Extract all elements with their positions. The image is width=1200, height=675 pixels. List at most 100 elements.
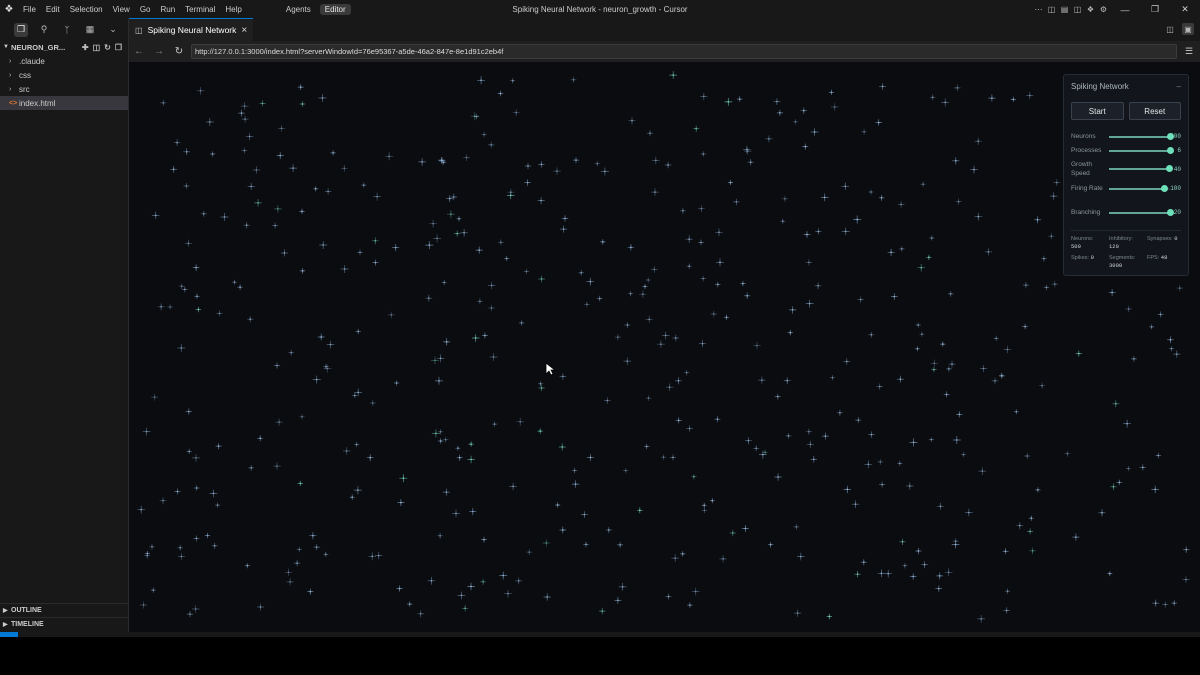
neuron-cell: [617, 542, 624, 548]
neuron-cell: [442, 488, 450, 496]
explorer-header[interactable]: ▼ NEURON_GR... ✚ ◫ ↻ ❐: [0, 40, 128, 54]
stat-label: Inhibitory:: [1109, 236, 1133, 242]
neuron-cell: [719, 555, 727, 563]
slider-thumb[interactable]: [1167, 208, 1174, 216]
toggle-panel-icon[interactable]: ▤: [1058, 3, 1071, 16]
search-icon[interactable]: ⚲: [37, 23, 51, 37]
menu-run[interactable]: Run: [155, 0, 180, 19]
neuron-cell: [1173, 350, 1181, 358]
close-window-icon[interactable]: ✕: [1170, 0, 1200, 19]
menu-file[interactable]: File: [18, 0, 41, 19]
neuron-cell: [185, 408, 192, 415]
lock-icon[interactable]: ▣: [1182, 23, 1194, 35]
neuron-cell: [561, 215, 569, 222]
refresh-icon[interactable]: ↻: [104, 43, 111, 52]
slider-track[interactable]: [1109, 132, 1174, 140]
split-editor-icon[interactable]: ◫: [1164, 23, 1176, 35]
tab-spiking-neural-network[interactable]: ◫ Spiking Neural Network ×: [129, 18, 254, 41]
forward-arrow-icon[interactable]: →: [149, 42, 169, 62]
slider-thumb[interactable]: [1167, 132, 1174, 140]
new-file-icon[interactable]: ✚: [82, 43, 89, 52]
stat-value: 48: [1160, 254, 1168, 261]
slider-track[interactable]: [1109, 146, 1174, 154]
neuron-cell: [431, 356, 439, 365]
neuron-cell: [974, 212, 983, 221]
neuron-cell: [646, 130, 654, 137]
menu-selection[interactable]: Selection: [65, 0, 108, 19]
menu-view[interactable]: View: [108, 0, 135, 19]
neuron-cell: [151, 393, 158, 401]
neuron-cell: [437, 532, 444, 539]
neuron-cell: [537, 197, 545, 205]
extensions-icon[interactable]: ❖: [1084, 3, 1097, 16]
restore-icon[interactable]: ❐: [1140, 0, 1170, 19]
tree-item-css[interactable]: › css: [0, 68, 128, 82]
timeline-section[interactable]: ▶ TIMELINE: [0, 617, 131, 631]
slider-track[interactable]: [1109, 208, 1174, 216]
slider-track[interactable]: [1109, 165, 1173, 172]
neuron-cell: [936, 502, 944, 510]
neuron-cell: [204, 532, 211, 539]
neuron-cell: [906, 482, 914, 490]
start-button[interactable]: Start: [1071, 102, 1124, 120]
neuron-cell: [716, 258, 724, 267]
reset-button[interactable]: Reset: [1128, 102, 1181, 120]
neuron-cell: [1043, 284, 1050, 291]
menu-help[interactable]: Help: [220, 0, 246, 19]
neuron-cell: [878, 195, 885, 201]
slider-thumb[interactable]: [1165, 165, 1173, 172]
tree-item-index-html[interactable]: <> index.html: [0, 96, 128, 110]
neuron-cell: [504, 256, 510, 262]
editor-toggle[interactable]: Editor: [319, 4, 351, 15]
files-icon[interactable]: ❐: [14, 22, 28, 37]
slider-track[interactable]: [1109, 184, 1170, 192]
source-control-icon[interactable]: ᛉ: [60, 23, 74, 37]
browser-viewport[interactable]: Spiking Network – Start Reset Neurons 50…: [129, 62, 1200, 632]
menu-go[interactable]: Go: [135, 0, 156, 19]
neuron-cell: [724, 98, 733, 106]
outline-section[interactable]: ▶ OUTLINE: [0, 603, 131, 617]
neuron-cell: [936, 572, 943, 580]
settings-icon[interactable]: ⚙: [1097, 3, 1110, 16]
url-input[interactable]: [191, 44, 1177, 59]
neuron-cell: [369, 400, 376, 406]
menu-terminal[interactable]: Terminal: [180, 0, 220, 19]
agents-toggle[interactable]: Agents: [281, 4, 316, 15]
more-icon[interactable]: ⋯: [1032, 3, 1045, 16]
neuron-cell: [733, 198, 740, 206]
minimize-icon[interactable]: —: [1110, 0, 1140, 19]
neuron-cell: [173, 139, 181, 146]
menu-edit[interactable]: Edit: [41, 0, 65, 19]
tree-item-claude[interactable]: › .claude: [0, 54, 128, 68]
new-folder-icon[interactable]: ◫: [93, 43, 101, 52]
neuron-canvas[interactable]: [129, 62, 1200, 632]
tab-title: Spiking Neural Network: [147, 25, 237, 35]
layout-icon[interactable]: ◫: [1071, 3, 1084, 16]
neuron-cell: [740, 280, 746, 287]
neuron-cell: [1167, 336, 1174, 344]
close-tab-icon[interactable]: ×: [241, 25, 247, 36]
toggle-sidebar-icon[interactable]: ◫: [1045, 3, 1058, 16]
slider-thumb[interactable]: [1167, 146, 1174, 154]
chevron-down-icon[interactable]: ⌄: [106, 23, 120, 37]
panel-divider: [1071, 230, 1181, 231]
neuron-cell: [946, 366, 952, 372]
neuron-cell: [215, 443, 222, 450]
reload-icon[interactable]: ↻: [169, 42, 189, 62]
neuron-cell: [896, 375, 904, 383]
back-arrow-icon[interactable]: ←: [129, 42, 149, 62]
collapse-all-icon[interactable]: ❐: [115, 43, 122, 52]
neuron-cell: [675, 377, 682, 385]
minimize-panel-icon[interactable]: –: [1177, 82, 1181, 91]
hamburger-menu-icon[interactable]: ☰: [1182, 45, 1196, 59]
neuron-cell: [675, 417, 682, 424]
extensions-view-icon[interactable]: ▦: [83, 23, 97, 37]
neuron-cell: [970, 165, 978, 174]
neuron-cell: [952, 157, 960, 165]
slider-thumb[interactable]: [1160, 184, 1168, 192]
neuron-cell: [991, 377, 999, 385]
tree-item-src[interactable]: › src: [0, 82, 128, 96]
neuron-cell: [238, 109, 245, 117]
neuron-cell: [297, 84, 304, 90]
neuron-cell: [644, 443, 650, 450]
